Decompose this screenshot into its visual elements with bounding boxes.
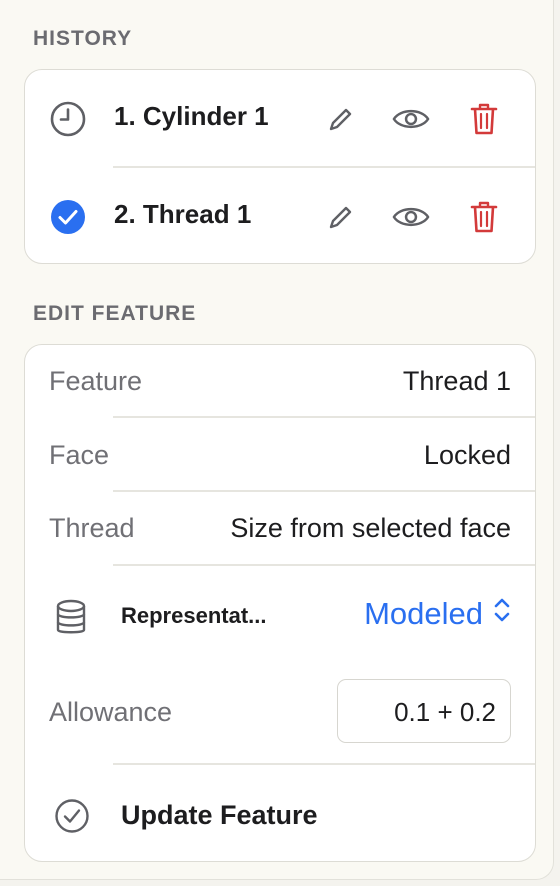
- database-icon: [55, 599, 87, 642]
- update-feature-label: Update Feature: [121, 800, 318, 830]
- feature-row: Feature Thread 1: [25, 345, 535, 417]
- representation-label: Representat...: [121, 603, 267, 628]
- update-feature-button[interactable]: Update Feature: [25, 765, 535, 861]
- face-value: Locked: [423, 440, 511, 470]
- allowance-input[interactable]: 0.1 + 0.2: [337, 679, 511, 743]
- history-item-label: 2. Thread 1: [114, 199, 252, 229]
- history-title: HISTORY: [33, 27, 133, 50]
- chevron-up-down-icon: [493, 596, 511, 632]
- eye-icon[interactable]: [392, 100, 430, 138]
- check-circle-icon: [49, 198, 87, 236]
- face-label: Face: [49, 440, 110, 470]
- edit-icon[interactable]: [322, 100, 360, 138]
- thread-value: Size from selected face: [230, 513, 511, 543]
- edit-feature-card: Feature Thread 1 Face Locked Thread Size…: [24, 344, 536, 862]
- thread-row[interactable]: Thread Size from selected face: [25, 492, 535, 564]
- history-item[interactable]: 1. Cylinder 1: [25, 70, 535, 167]
- thread-label: Thread: [49, 513, 135, 543]
- representation-row[interactable]: Representat... Modeled: [25, 566, 535, 664]
- trash-icon[interactable]: [465, 198, 503, 236]
- feature-label: Feature: [49, 366, 143, 396]
- edit-icon[interactable]: [322, 198, 360, 236]
- history-item[interactable]: 2. Thread 1: [25, 168, 535, 265]
- trash-icon[interactable]: [465, 100, 503, 138]
- representation-select[interactable]: Modeled: [364, 596, 511, 632]
- allowance-row: Allowance 0.1 + 0.2: [25, 664, 535, 764]
- clock-icon: [49, 100, 87, 138]
- face-row[interactable]: Face Locked: [25, 418, 535, 490]
- representation-value: Modeled: [364, 596, 483, 631]
- feature-panel: HISTORY 1. Cylinder 1 2. Thread 1 EDIT F…: [0, 0, 554, 880]
- edit-feature-title: EDIT FEATURE: [33, 302, 197, 325]
- check-circle-outline-icon: [54, 798, 90, 839]
- eye-icon[interactable]: [392, 198, 430, 236]
- history-item-label: 1. Cylinder 1: [114, 101, 269, 131]
- feature-value: Thread 1: [402, 366, 511, 396]
- allowance-label: Allowance: [49, 697, 173, 727]
- history-card: 1. Cylinder 1 2. Thread 1: [24, 69, 536, 264]
